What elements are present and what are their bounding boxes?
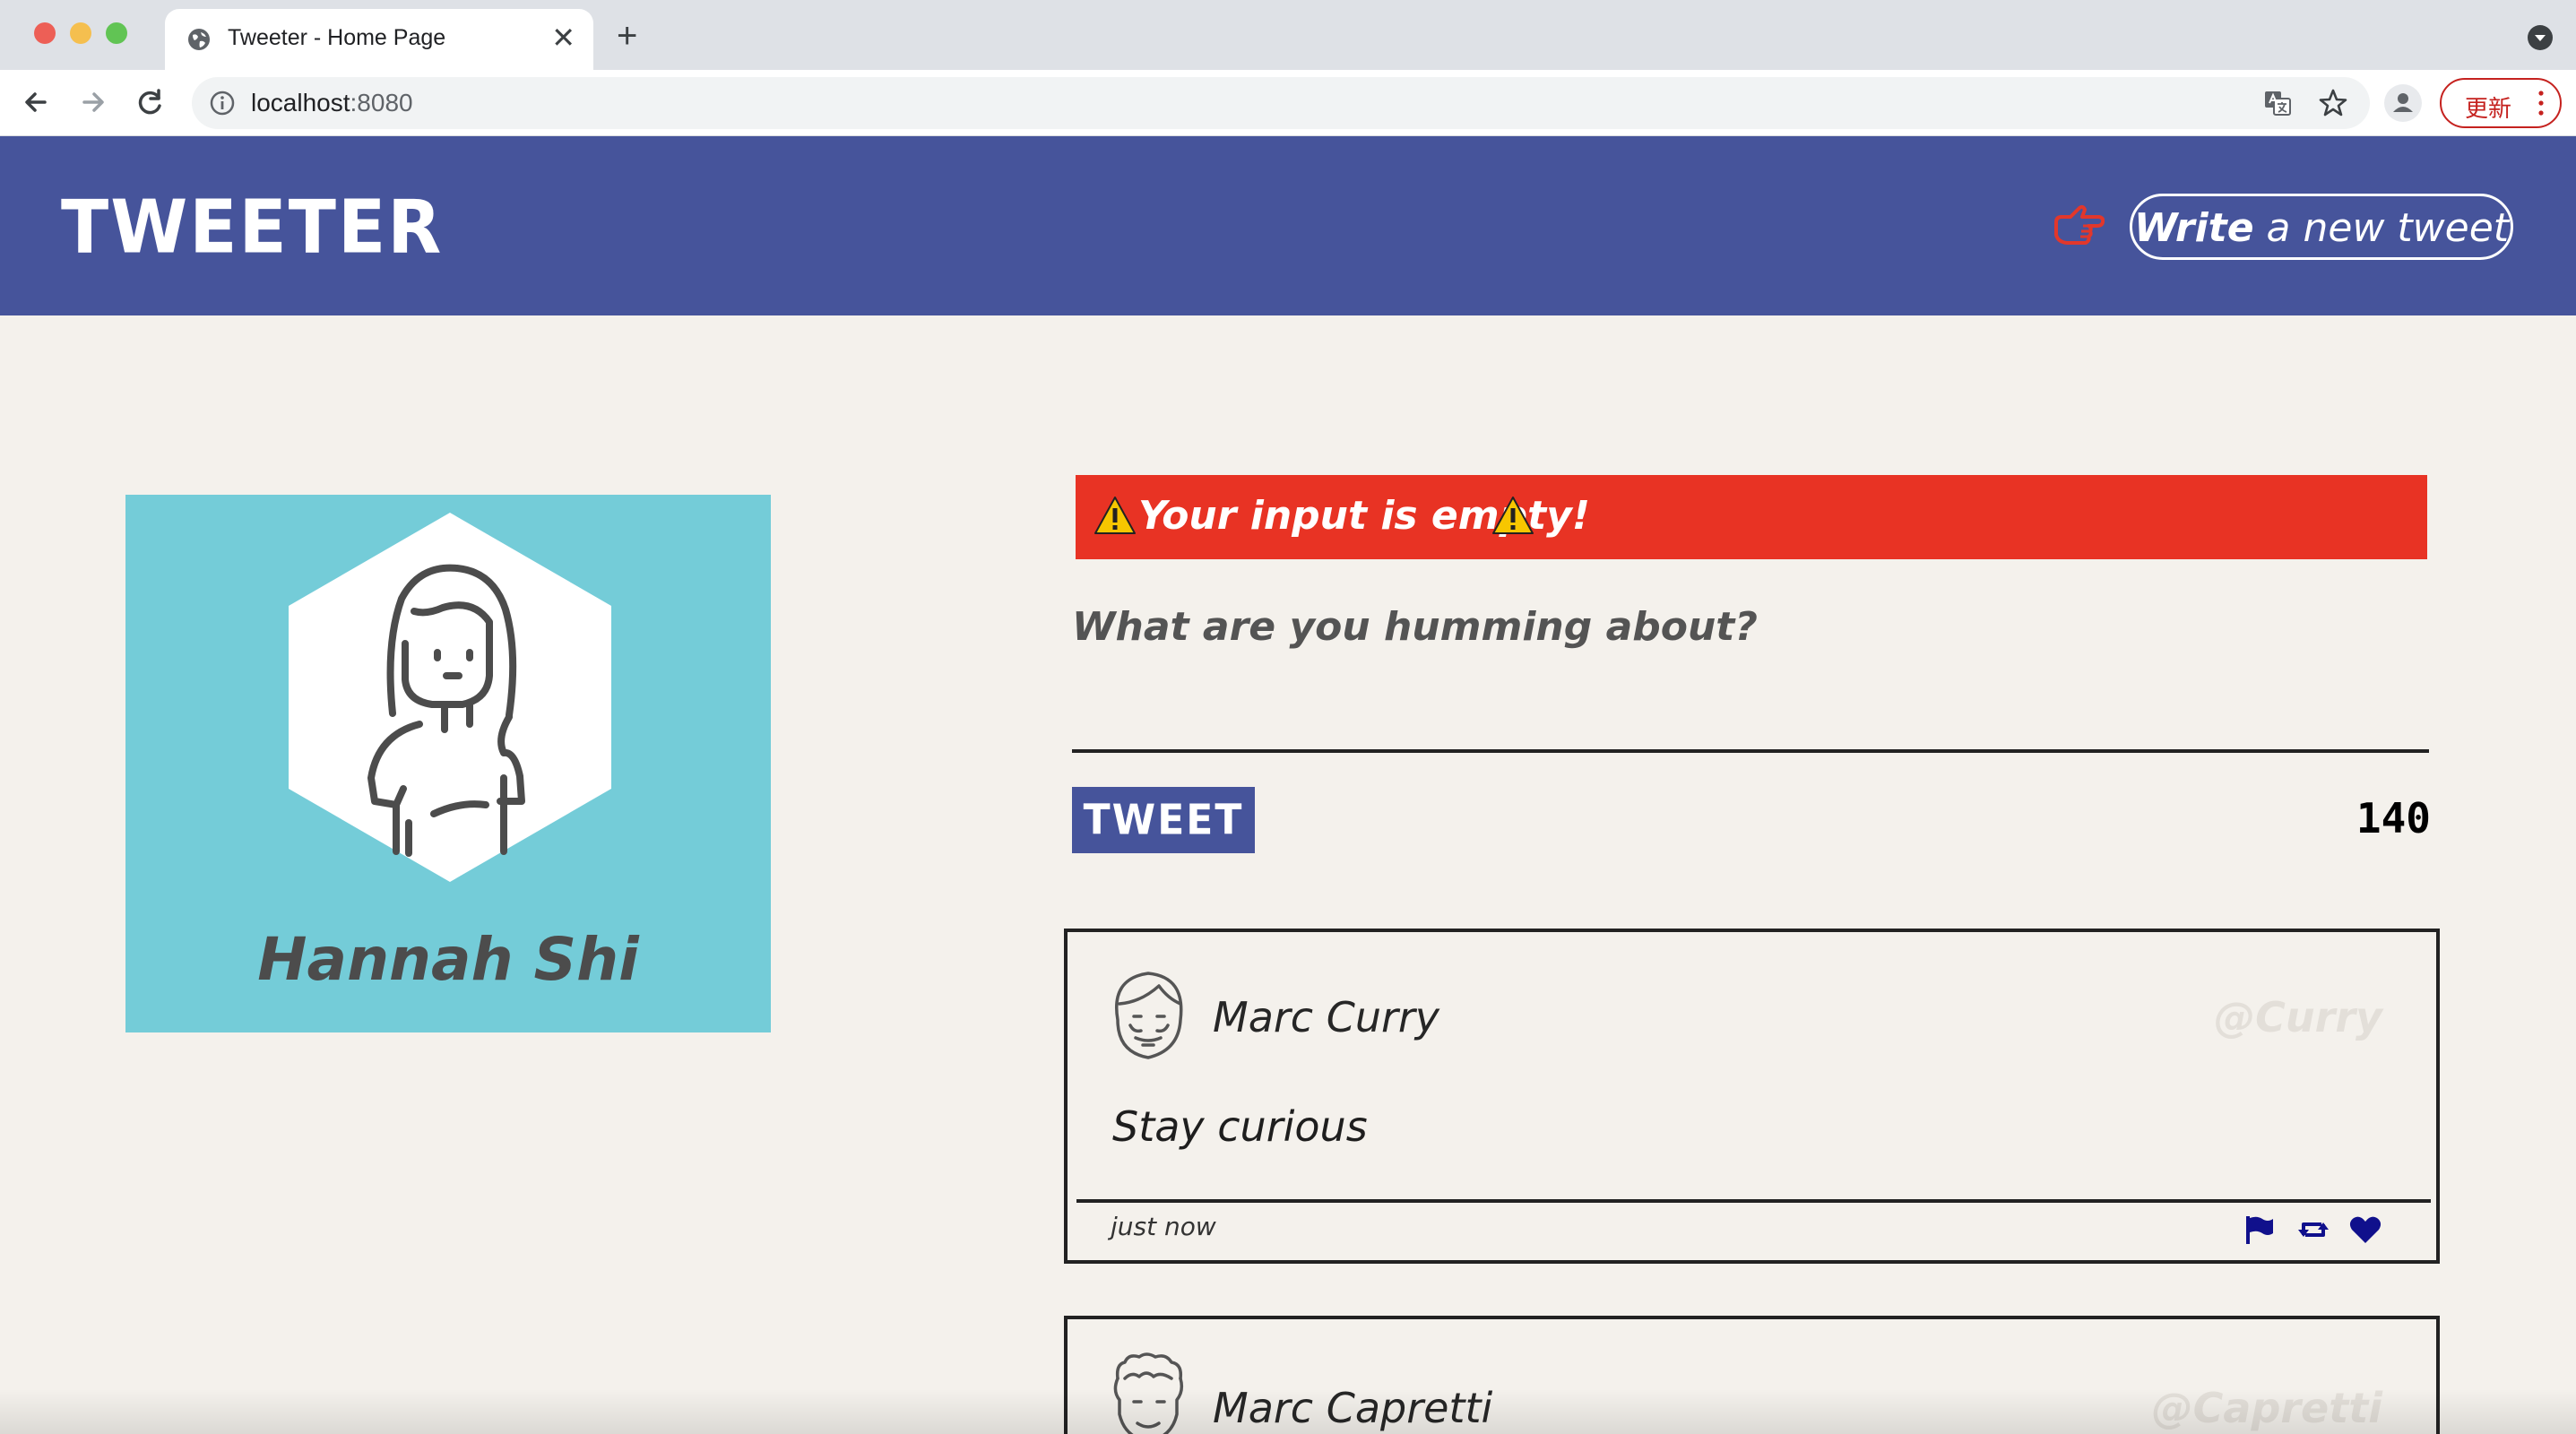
tweet-submit-button[interactable]: TWEET [1072,787,1255,853]
update-label: 更新 [2465,96,2512,123]
user-avatar-icon [1113,1352,1184,1434]
translate-icon[interactable] [2262,88,2293,118]
globe-icon [188,29,210,50]
tweet-prompt-label: What are you humming about? [1072,604,1758,650]
info-icon[interactable] [208,89,237,117]
new-tab-button[interactable]: + [617,18,637,54]
warning-icon [1094,497,1136,534]
address-bar[interactable]: localhost:8080 [192,77,2370,129]
compose-bold-label: Write [2133,205,2254,251]
heart-icon[interactable] [2348,1214,2382,1246]
user-avatar-icon [289,513,611,882]
url-text[interactable]: localhost:8080 [251,89,413,117]
maximize-window-button[interactable] [106,22,127,44]
tweet-content: Stay curious [1112,1102,1368,1151]
browser-titlebar: Tweeter - Home Page ✕ + [0,0,2576,70]
warning-icon [1492,497,1534,534]
update-button[interactable]: 更新 [2440,78,2562,128]
tweet-author-handle: @Curry [2214,993,2382,1041]
profile-icon[interactable] [2384,84,2422,122]
user-avatar-icon [1115,972,1183,1059]
retweet-icon[interactable] [2296,1214,2330,1246]
write-new-tweet-button[interactable]: Write a new tweet [2130,194,2513,260]
brand-logo[interactable]: Tweeter [61,190,443,265]
compose-rest-label: a new tweet [2253,205,2510,251]
browser-toolbar: localhost:8080 更新 [0,70,2576,136]
tweet-input[interactable] [1072,663,2429,753]
person-icon [2393,93,2413,112]
tweet-submit-label: TWEET [1083,796,1244,844]
tweet-footer: just now [1076,1199,2431,1260]
tweet-timestamp: just now [1111,1212,1216,1241]
more-icon [2538,91,2544,116]
profile-name: Hannah Shi [257,925,639,994]
reload-icon[interactable] [131,82,170,122]
back-icon[interactable] [16,82,56,122]
forward-icon[interactable] [73,82,113,122]
error-message: Your input is empty! [1076,475,2427,559]
pointing-hand-icon [2054,204,2105,245]
tab-search-icon[interactable] [2528,25,2553,50]
close-tab-icon[interactable]: ✕ [551,23,575,52]
tweet-author-name: Marc Capretti [1213,1384,1493,1432]
minimize-window-button[interactable] [70,22,91,44]
browser-tab[interactable]: Tweeter - Home Page ✕ [165,9,593,70]
tweet-author-name: Marc Curry [1213,993,1440,1041]
tweet-card: Marc Capretti @Capretti [1064,1316,2440,1434]
profile-card: Hannah Shi [125,495,771,1032]
close-window-button[interactable] [34,22,56,44]
tweet-card: Marc Curry @Curry Stay curious just now [1064,929,2440,1264]
star-icon[interactable] [2316,86,2350,120]
tweet-author-handle: @Capretti [2151,1384,2382,1432]
tab-title: Tweeter - Home Page [228,25,446,50]
character-counter: 140 [2356,794,2431,842]
site-header: Tweeter Write a new tweet [0,136,2576,315]
flag-icon[interactable] [2243,1214,2277,1246]
